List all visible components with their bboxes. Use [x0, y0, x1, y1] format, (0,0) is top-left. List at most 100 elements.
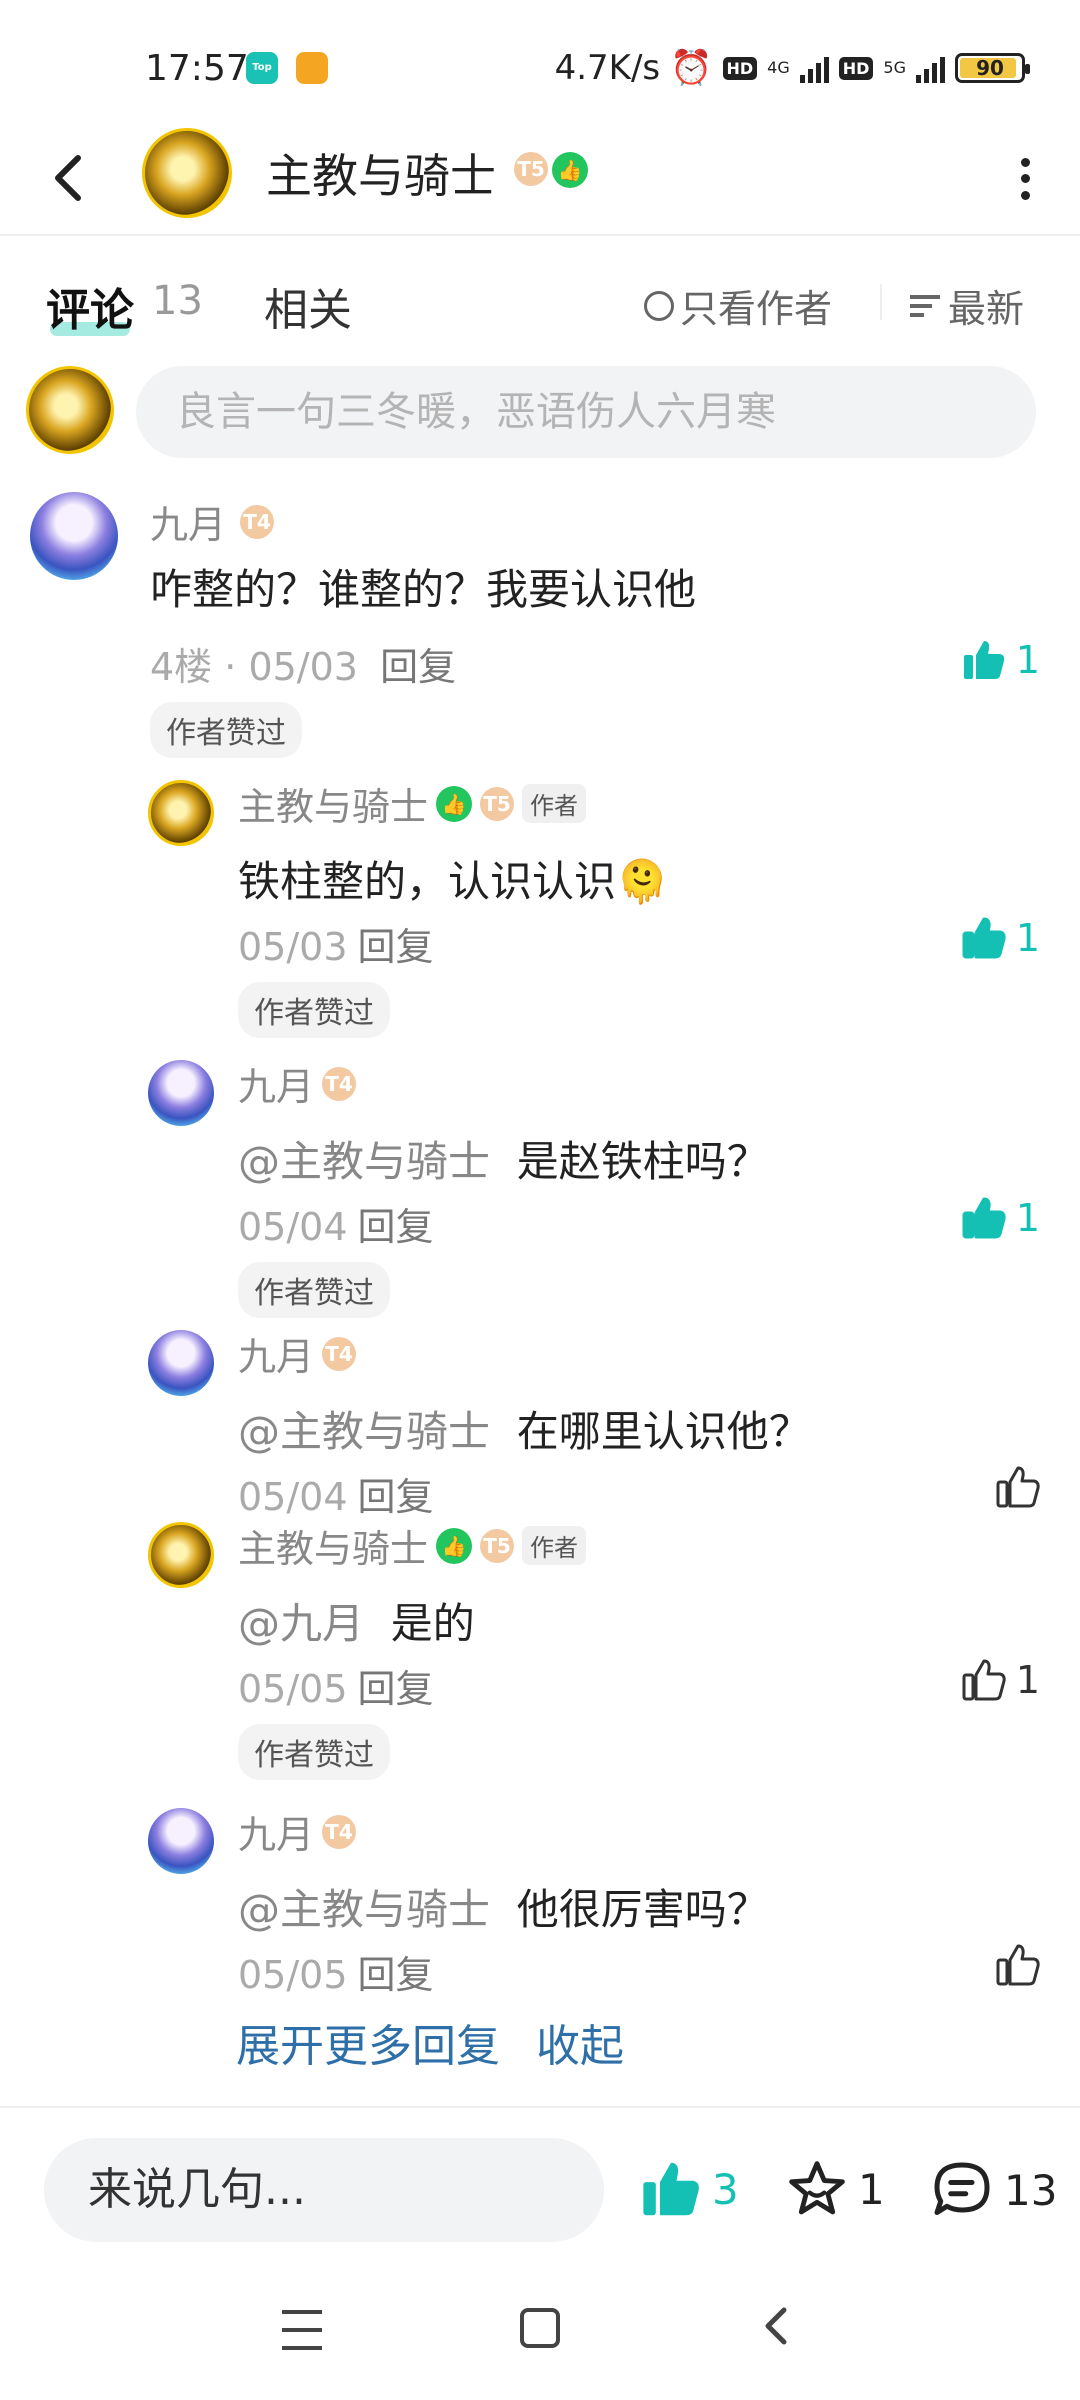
radio-circle-icon: [644, 290, 674, 321]
reply-button[interactable]: 回复: [358, 1205, 434, 1249]
level-badge: T4: [322, 1814, 357, 1849]
reply-mention[interactable]: @九月: [238, 1599, 364, 1648]
system-navigation-bar: [0, 2290, 1080, 2400]
commenter-avatar[interactable]: [30, 492, 118, 580]
reply-author-name[interactable]: 主教与骑士: [238, 1518, 428, 1573]
reply-mention[interactable]: @主教与骑士: [238, 1885, 490, 1934]
sort-label: 最新: [948, 287, 1025, 331]
reply-avatar[interactable]: [148, 780, 214, 846]
reply-mention[interactable]: @主教与骑士: [238, 1137, 490, 1186]
reply-text-line: @九月 是的: [238, 1590, 475, 1651]
thumbs-up-outline-icon: [996, 1466, 1040, 1508]
reply-button[interactable]: 回复: [358, 1953, 434, 1997]
reply-header: 九月 T4: [238, 1326, 357, 1381]
reply-like-button[interactable]: 1: [962, 916, 1040, 960]
author-avatar[interactable]: [142, 128, 232, 218]
comment-count: 13: [1004, 2165, 1058, 2215]
notification-app-icon: [296, 52, 328, 84]
reply-text: 铁柱整的，认识认识🫠: [238, 857, 669, 906]
verified-badge-icon: 👍: [552, 152, 588, 188]
reply-header: 主教与骑士 👍 T5 作者: [238, 776, 587, 831]
comment-input[interactable]: 良言一句三冬暖，恶语伤人六月寒: [136, 366, 1036, 458]
author-only-toggle[interactable]: 只看作者: [644, 278, 832, 333]
favorite-button[interactable]: 1: [786, 2160, 885, 2218]
back-button[interactable]: [48, 148, 108, 208]
more-options-button[interactable]: [1010, 154, 1040, 204]
reply-button[interactable]: 回复: [358, 1475, 434, 1519]
recent-apps-button[interactable]: [282, 2310, 322, 2350]
reply-controls: 展开更多回复 收起: [236, 2010, 624, 2074]
favorite-count: 1: [858, 2164, 885, 2214]
author-tag: 作者: [522, 1526, 587, 1565]
reply-date: 05/04: [238, 1475, 348, 1519]
reply-like-count: 1: [1015, 1196, 1040, 1240]
top-navigation: 主教与骑士 T5 👍: [0, 120, 1080, 236]
like-button[interactable]: 1: [962, 638, 1040, 682]
bottom-comment-input[interactable]: 来说几句...: [44, 2138, 604, 2242]
author-only-label: 只看作者: [680, 287, 833, 331]
chevron-left-icon: [765, 2307, 787, 2345]
level-badge: T5: [480, 786, 515, 821]
hd-icon-2: HD: [838, 56, 874, 80]
system-back-button[interactable]: [756, 2296, 796, 2370]
reply-avatar[interactable]: [148, 1522, 214, 1588]
reply-text-line: 铁柱整的，认识认识🫠: [238, 848, 668, 909]
tab-comments[interactable]: 评论: [46, 274, 134, 338]
level-badge: T4: [322, 1066, 357, 1101]
reply-text-line: @主教与骑士 他很厉害吗？: [238, 1876, 769, 1937]
reply-like-count: 1: [1015, 916, 1040, 960]
comments-button[interactable]: 13: [930, 2160, 1057, 2220]
author-liked-tag: 作者赞过: [238, 1724, 390, 1780]
reply-like-button[interactable]: [996, 1466, 1040, 1508]
reply-author-name[interactable]: 九月: [238, 1056, 314, 1111]
reply-text: 是赵铁柱吗？: [516, 1137, 769, 1186]
level-badge: T4: [240, 504, 275, 539]
sort-button[interactable]: 最新: [910, 278, 1024, 333]
reply-mention[interactable]: @主教与骑士: [238, 1407, 490, 1456]
author-tag: 作者: [522, 784, 587, 823]
tab-bar: 评论 13 相关 只看作者 最新: [0, 236, 1080, 366]
reply-like-button[interactable]: 1: [962, 1658, 1040, 1702]
reply-author-name[interactable]: 九月: [238, 1804, 314, 1859]
reply-like-button[interactable]: [996, 1944, 1040, 1986]
reply-button[interactable]: 回复: [380, 645, 456, 689]
reply-author-name[interactable]: 九月: [238, 1326, 314, 1381]
reply-avatar[interactable]: [148, 1060, 214, 1126]
network-5g-label: 5G: [883, 58, 906, 77]
reply-button[interactable]: 回复: [358, 925, 434, 969]
battery-icon: 90: [955, 53, 1030, 83]
reply-text: 在哪里认识他？: [516, 1407, 811, 1456]
page-title: 主教与骑士: [266, 149, 496, 203]
reply-meta: 05/04 回复: [238, 1196, 434, 1251]
sort-icon: [910, 294, 940, 317]
post-like-button[interactable]: 3: [640, 2160, 739, 2218]
reply-avatar[interactable]: [148, 1330, 214, 1396]
verified-badge-icon: 👍: [436, 1527, 473, 1564]
reply-date: 05/05: [238, 1953, 348, 1997]
verified-badge-icon: 👍: [436, 785, 473, 822]
collapse-button[interactable]: 收起: [536, 2010, 624, 2074]
commenter-name[interactable]: 九月: [150, 494, 226, 549]
tab-related[interactable]: 相关: [264, 274, 352, 338]
reply-button[interactable]: 回复: [358, 1667, 434, 1711]
post-like-count: 3: [712, 2164, 739, 2214]
battery-level: 90: [976, 56, 1004, 80]
star-icon: [789, 2161, 845, 2215]
comment-meta: 4楼 · 05/03 回复: [150, 645, 457, 689]
reply-header: 九月 T4: [238, 1056, 357, 1111]
reply-meta: 05/05 回复: [238, 1658, 434, 1713]
status-time: 17:57: [145, 48, 249, 89]
home-button[interactable]: [520, 2308, 560, 2348]
level-badge: T5: [480, 1528, 515, 1563]
thumbs-up-filled-icon: [643, 2162, 699, 2216]
reply-date: 05/05: [238, 1667, 348, 1711]
thumbs-up-filled-icon: [962, 1197, 1006, 1239]
taptap-app-icon: Top: [246, 52, 278, 84]
expand-more-replies-button[interactable]: 展开更多回复: [236, 2010, 500, 2074]
reply-avatar[interactable]: [148, 1808, 214, 1874]
network-speed: 4.7K/s: [554, 48, 661, 88]
tab-divider: [880, 284, 882, 320]
author-liked-tag: 作者赞过: [150, 702, 302, 758]
reply-like-button[interactable]: 1: [962, 1196, 1040, 1240]
reply-author-name[interactable]: 主教与骑士: [238, 776, 428, 831]
